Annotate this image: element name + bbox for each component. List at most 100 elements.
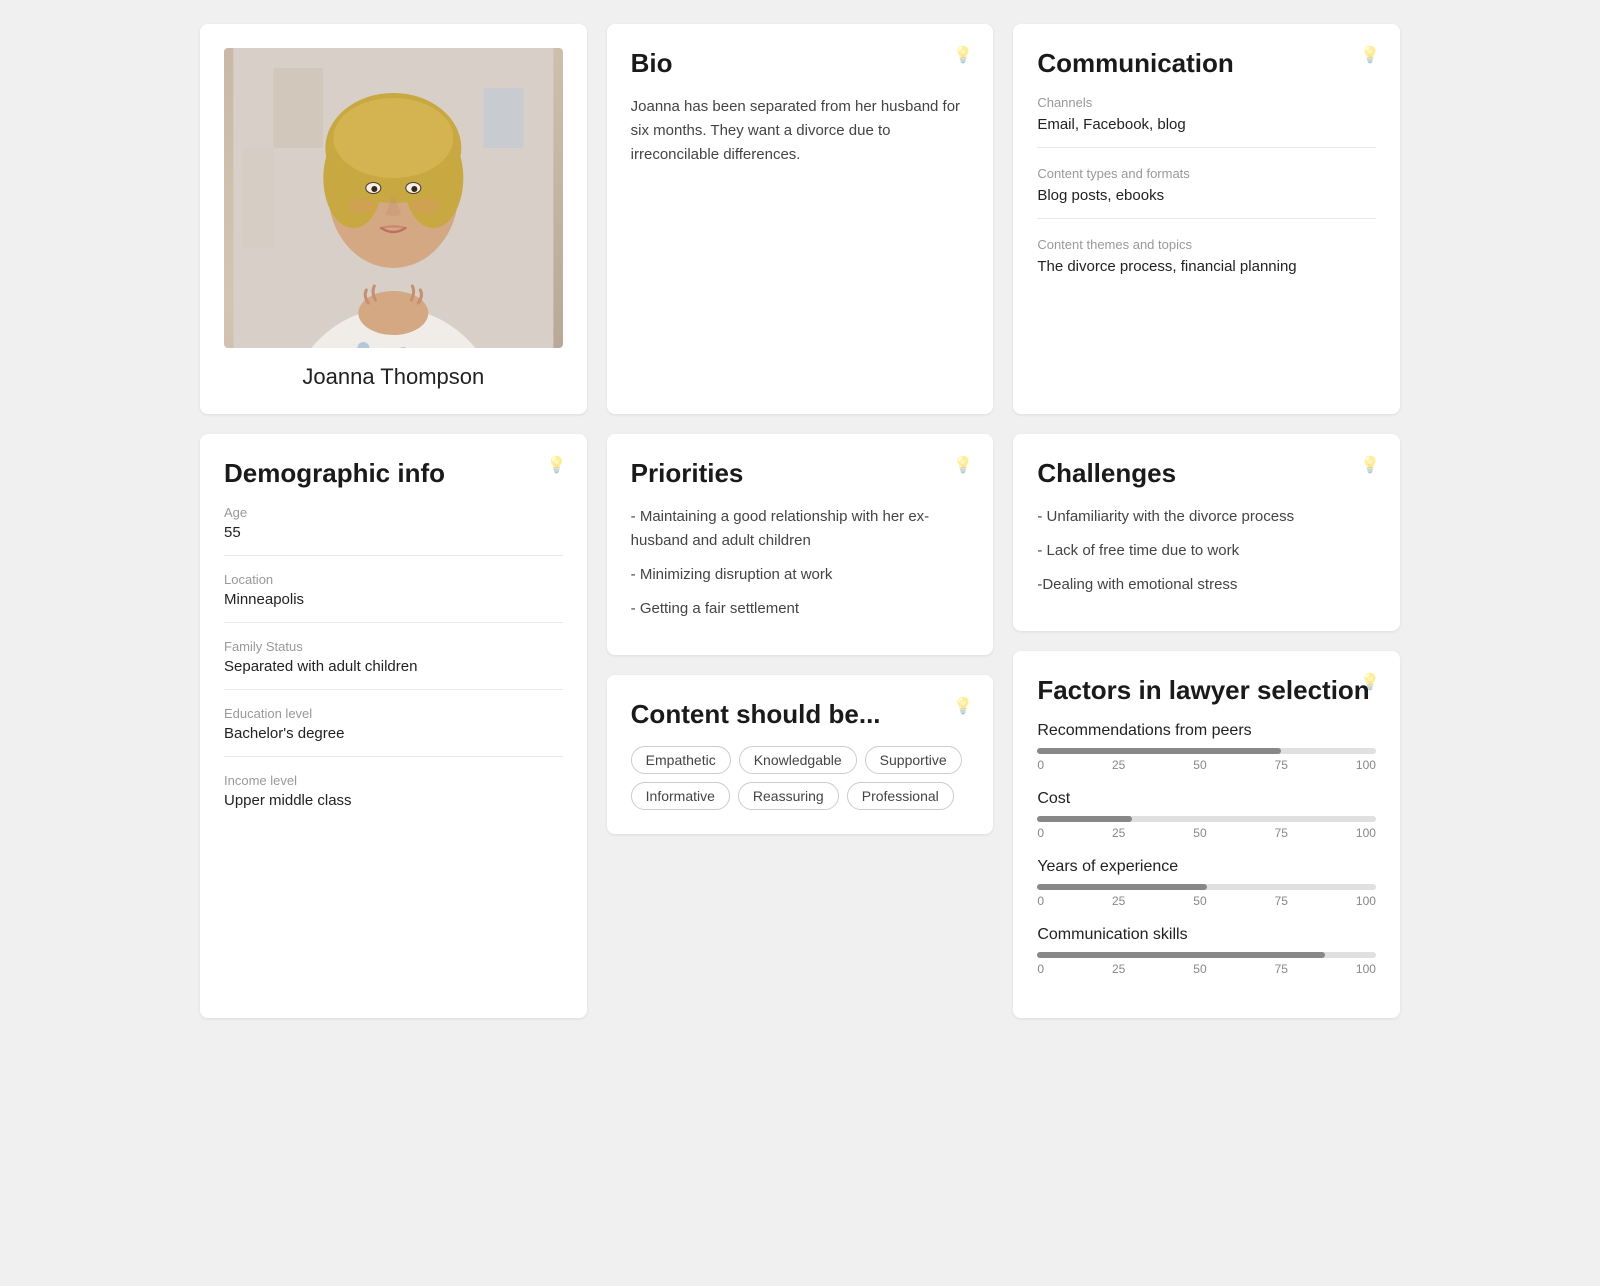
factor-section-0: Recommendations from peers 0 25 50 75 100 xyxy=(1037,722,1376,772)
factor-label-3: Communication skills xyxy=(1037,926,1376,944)
priority-item-0: - Maintaining a good relationship with h… xyxy=(631,505,970,553)
demo-income-value: Upper middle class xyxy=(224,792,563,823)
priorities-title: Priorities xyxy=(631,458,970,489)
factor-fill-0 xyxy=(1037,748,1281,754)
factors-card: Factors in lawyer selection Recommendati… xyxy=(1013,651,1400,1018)
factor-track-0 xyxy=(1037,748,1376,754)
comm-themes-section: Content themes and topics The divorce pr… xyxy=(1037,237,1376,289)
bio-title: Bio xyxy=(631,48,970,79)
factors-container: Recommendations from peers 0 25 50 75 100 Cost… xyxy=(1037,722,1376,976)
content-title: Content should be... xyxy=(631,699,970,730)
factor-section-1: Cost0255075100 xyxy=(1037,790,1376,840)
content-tag-3: Informative xyxy=(631,782,730,810)
bar-label-tick: 0 xyxy=(1037,826,1044,840)
content-tag-1: Knowledgable xyxy=(739,746,857,774)
bar-label-tick: 75 xyxy=(1275,894,1288,908)
comm-themes-label: Content themes and topics xyxy=(1037,237,1376,252)
factor-track-3 xyxy=(1037,952,1376,958)
bar-label-tick: 25 xyxy=(1112,758,1125,772)
content-tag-5: Professional xyxy=(847,782,954,810)
factor-fill-1 xyxy=(1037,816,1132,822)
factor-fill-2 xyxy=(1037,884,1206,890)
bar-label-tick: 25 xyxy=(1112,962,1125,976)
middle-bottom-col: Priorities - Maintaining a good relation… xyxy=(607,434,994,1018)
bar-label-tick: 75 xyxy=(1275,962,1288,976)
factor-bar-labels-3: 0 25 50 75 100 xyxy=(1037,962,1376,976)
bar-label-tick: 25 xyxy=(1112,894,1125,908)
factor-bar-labels-1: 0255075100 xyxy=(1037,826,1376,840)
main-grid: Joanna Thompson Bio Joanna has been sepa… xyxy=(200,24,1400,1018)
challenges-bulb-icon xyxy=(1360,454,1380,475)
bio-bulb-icon xyxy=(953,44,973,65)
bar-label-tick: 50 xyxy=(1193,894,1206,908)
bar-label-tick: 50 xyxy=(1193,962,1206,976)
factor-label-1: Cost xyxy=(1037,790,1376,808)
demo-education-value: Bachelor's degree xyxy=(224,725,563,757)
bar-label-tick: 100 xyxy=(1356,894,1376,908)
factor-fill-3 xyxy=(1037,952,1325,958)
priority-item-1: - Minimizing disruption at work xyxy=(631,563,970,587)
demo-family-value: Separated with adult children xyxy=(224,658,563,690)
comm-channels-label: Channels xyxy=(1037,95,1376,110)
priorities-card: Priorities - Maintaining a good relation… xyxy=(607,434,994,655)
challenges-title: Challenges xyxy=(1037,458,1376,489)
demographic-card: Demographic info Age 55 Location Minneap… xyxy=(200,434,587,1018)
factors-bulb-icon xyxy=(1360,671,1380,692)
content-tag-4: Reassuring xyxy=(738,782,839,810)
comm-formats-section: Content types and formats Blog posts, eb… xyxy=(1037,166,1376,219)
bar-label-tick: 0 xyxy=(1037,758,1044,772)
comm-formats-value: Blog posts, ebooks xyxy=(1037,187,1376,219)
priorities-bulb-icon xyxy=(953,454,973,475)
demo-age-value: 55 xyxy=(224,524,563,556)
content-tag-2: Supportive xyxy=(865,746,962,774)
profile-photo xyxy=(224,48,563,348)
factor-label-0: Recommendations from peers xyxy=(1037,722,1376,740)
bar-label-tick: 0 xyxy=(1037,962,1044,976)
bar-label-tick: 75 xyxy=(1275,826,1288,840)
demo-bulb-icon xyxy=(547,454,567,475)
factor-bar-labels-2: 0 25 50 75 100 xyxy=(1037,894,1376,908)
comm-bulb-icon xyxy=(1360,44,1380,65)
communication-card: Communication Channels Email, Facebook, … xyxy=(1013,24,1400,414)
comm-channels-section: Channels Email, Facebook, blog xyxy=(1037,95,1376,148)
demo-family-label: Family Status xyxy=(224,639,563,654)
challenges-body: - Unfamiliarity with the divorce process… xyxy=(1037,505,1376,597)
bar-label-tick: 100 xyxy=(1356,962,1376,976)
demo-age-label: Age xyxy=(224,505,563,520)
bar-label-tick: 75 xyxy=(1275,758,1288,772)
factor-label-2: Years of experience xyxy=(1037,858,1376,876)
demo-income-section: Income level Upper middle class xyxy=(224,773,563,823)
bar-label-tick: 100 xyxy=(1356,826,1376,840)
challenge-item-0: - Unfamiliarity with the divorce process xyxy=(1037,505,1376,529)
comm-channels-value: Email, Facebook, blog xyxy=(1037,116,1376,148)
factor-track-1 xyxy=(1037,816,1376,822)
factor-section-2: Years of experience 0 25 50 75 100 xyxy=(1037,858,1376,908)
content-card: Content should be... EmpatheticKnowledga… xyxy=(607,675,994,834)
factor-track-2 xyxy=(1037,884,1376,890)
bar-label-tick: 25 xyxy=(1112,826,1125,840)
demo-location-value: Minneapolis xyxy=(224,591,563,623)
profile-card: Joanna Thompson xyxy=(200,24,587,414)
demo-age-section: Age 55 xyxy=(224,505,563,556)
priorities-body: - Maintaining a good relationship with h… xyxy=(631,505,970,621)
bar-label-tick: 100 xyxy=(1356,758,1376,772)
factors-title: Factors in lawyer selection xyxy=(1037,675,1376,706)
challenge-item-2: -Dealing with emotional stress xyxy=(1037,573,1376,597)
right-bottom-col: Challenges - Unfamiliarity with the divo… xyxy=(1013,434,1400,1018)
content-bulb-icon xyxy=(953,695,973,716)
comm-themes-value: The divorce process, financial planning xyxy=(1037,258,1376,289)
bar-label-tick: 50 xyxy=(1193,758,1206,772)
priority-item-2: - Getting a fair settlement xyxy=(631,597,970,621)
demo-location-section: Location Minneapolis xyxy=(224,572,563,623)
comm-formats-label: Content types and formats xyxy=(1037,166,1376,181)
bio-card: Bio Joanna has been separated from her h… xyxy=(607,24,994,414)
bio-text: Joanna has been separated from her husba… xyxy=(631,95,970,167)
demo-family-section: Family Status Separated with adult child… xyxy=(224,639,563,690)
demo-location-label: Location xyxy=(224,572,563,587)
factor-bar-labels-0: 0 25 50 75 100 xyxy=(1037,758,1376,772)
challenge-item-1: - Lack of free time due to work xyxy=(1037,539,1376,563)
comm-title: Communication xyxy=(1037,48,1376,79)
demo-title: Demographic info xyxy=(224,458,563,489)
factor-section-3: Communication skills 0 25 50 75 100 xyxy=(1037,926,1376,976)
bar-label-tick: 0 xyxy=(1037,894,1044,908)
